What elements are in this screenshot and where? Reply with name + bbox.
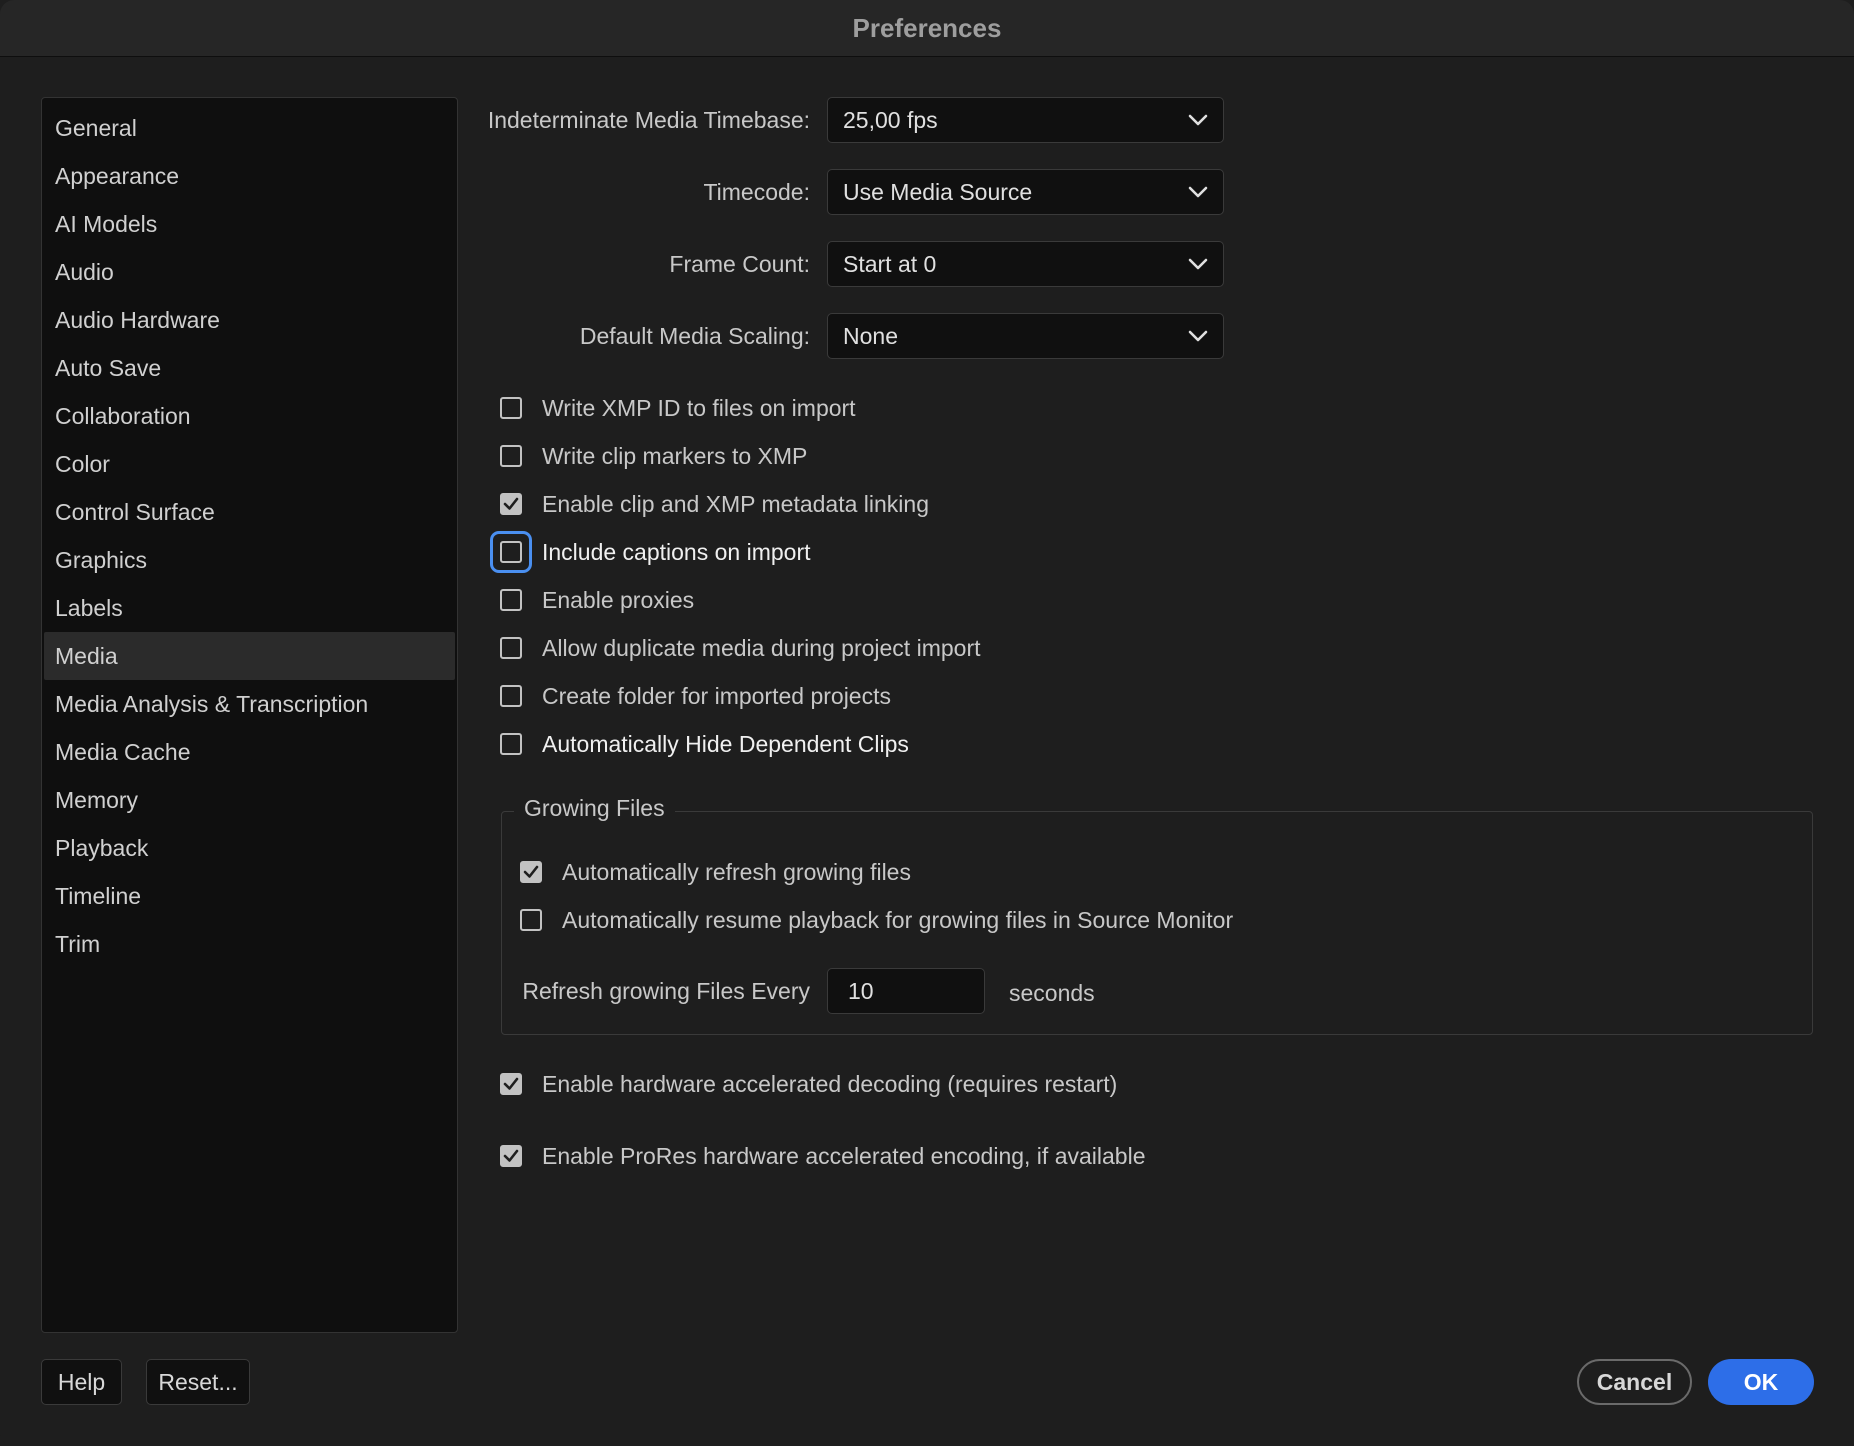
focus-ring — [493, 534, 529, 570]
timebase-value: 25,00 fps — [843, 106, 938, 133]
sidebar-item-trim[interactable]: Trim — [44, 920, 455, 968]
refresh-interval-input[interactable]: 10 — [827, 968, 985, 1014]
checkbox-wrapper — [493, 1066, 529, 1102]
sidebar-item-control-surface[interactable]: Control Surface — [44, 488, 455, 536]
sidebar-item-appearance[interactable]: Appearance — [44, 152, 455, 200]
sidebar-item-media-analysis[interactable]: Media Analysis & Transcription — [44, 680, 455, 728]
cancel-button[interactable]: Cancel — [1577, 1359, 1692, 1405]
checkbox-wrapper — [493, 630, 529, 666]
prores-encoding-option[interactable]: Enable ProRes hardware accelerated encod… — [500, 1138, 1145, 1174]
checkbox-wrapper — [493, 1138, 529, 1174]
xmp-id-option[interactable]: Write XMP ID to files on import — [500, 390, 856, 426]
proxies-label: Enable proxies — [542, 586, 695, 613]
checkmark-icon — [503, 1077, 519, 1090]
timebase-dropdown[interactable]: 25,00 fps — [827, 97, 1224, 143]
auto-refresh-option[interactable]: Automatically refresh growing files — [520, 854, 911, 890]
sidebar-item-graphics[interactable]: Graphics — [44, 536, 455, 584]
sidebar-item-labels[interactable]: Labels — [44, 584, 455, 632]
sidebar-item-playback[interactable]: Playback — [44, 824, 455, 872]
checkmark-icon — [503, 497, 519, 510]
xmp-id-label: Write XMP ID to files on import — [542, 394, 856, 421]
scaling-value: None — [843, 322, 898, 349]
captions-label: Include captions on import — [542, 538, 811, 565]
checkbox-wrapper — [493, 582, 529, 618]
sidebar-item-timeline[interactable]: Timeline — [44, 872, 455, 920]
sidebar-item-media[interactable]: Media — [44, 632, 455, 680]
scaling-label: Default Media Scaling: — [579, 323, 810, 349]
checkbox-wrapper — [513, 854, 549, 890]
prores-encoding-checkbox[interactable] — [500, 1145, 522, 1167]
timecode-value: Use Media Source — [843, 178, 1033, 205]
clip-markers-checkbox[interactable] — [500, 445, 522, 467]
duplicate-media-label: Allow duplicate media during project imp… — [542, 634, 981, 661]
checkbox-wrapper — [493, 678, 529, 714]
checkbox-wrapper — [493, 438, 529, 474]
preferences-sidebar: General Appearance AI Models Audio Audio… — [41, 97, 458, 1333]
window-title: Preferences — [852, 12, 1002, 43]
xmp-id-checkbox[interactable] — [500, 397, 522, 419]
timebase-label: Indeterminate Media Timebase: — [487, 107, 810, 133]
frame-count-dropdown[interactable]: Start at 0 — [827, 241, 1224, 287]
sidebar-item-media-cache[interactable]: Media Cache — [44, 728, 455, 776]
auto-resume-checkbox[interactable] — [520, 909, 542, 931]
frame-count-value: Start at 0 — [843, 250, 937, 277]
metadata-linking-label: Enable clip and XMP metadata linking — [542, 490, 929, 517]
checkbox-wrapper — [493, 726, 529, 762]
checkmark-icon — [503, 1149, 519, 1162]
refresh-unit-label: seconds — [1009, 980, 1095, 1006]
checkbox-wrapper — [513, 902, 549, 938]
sidebar-item-ai-models[interactable]: AI Models — [44, 200, 455, 248]
sidebar-item-auto-save[interactable]: Auto Save — [44, 344, 455, 392]
sidebar-item-general[interactable]: General — [44, 104, 455, 152]
frame-count-label: Frame Count: — [669, 251, 810, 277]
duplicate-media-checkbox[interactable] — [500, 637, 522, 659]
chevron-down-icon — [1188, 330, 1208, 342]
metadata-linking-option[interactable]: Enable clip and XMP metadata linking — [500, 486, 929, 522]
checkbox-wrapper — [493, 486, 529, 522]
refresh-interval-label: Refresh growing Files Every — [522, 978, 810, 1004]
chevron-down-icon — [1188, 114, 1208, 126]
help-button[interactable]: Help — [41, 1359, 122, 1405]
hide-dependent-checkbox[interactable] — [500, 733, 522, 755]
prores-encoding-label: Enable ProRes hardware accelerated encod… — [542, 1142, 1146, 1169]
timecode-label: Timecode: — [703, 179, 810, 205]
growing-files-title: Growing Files — [514, 795, 675, 822]
create-folder-label: Create folder for imported projects — [542, 682, 891, 709]
chevron-down-icon — [1188, 258, 1208, 270]
hw-decoding-option[interactable]: Enable hardware accelerated decoding (re… — [500, 1066, 1117, 1102]
hw-decoding-label: Enable hardware accelerated decoding (re… — [542, 1070, 1118, 1097]
create-folder-checkbox[interactable] — [500, 685, 522, 707]
hide-dependent-option[interactable]: Automatically Hide Dependent Clips — [500, 726, 909, 762]
auto-resume-label: Automatically resume playback for growin… — [562, 906, 1234, 933]
timecode-dropdown[interactable]: Use Media Source — [827, 169, 1224, 215]
sidebar-item-color[interactable]: Color — [44, 440, 455, 488]
auto-resume-option[interactable]: Automatically resume playback for growin… — [520, 902, 1233, 938]
proxies-option[interactable]: Enable proxies — [500, 582, 694, 618]
preferences-dialog: Preferences General Appearance AI Models… — [0, 0, 1854, 1446]
scaling-dropdown[interactable]: None — [827, 313, 1224, 359]
sidebar-item-audio-hardware[interactable]: Audio Hardware — [44, 296, 455, 344]
checkbox-wrapper — [493, 390, 529, 426]
captions-checkbox[interactable] — [500, 541, 522, 563]
title-bar: Preferences — [0, 0, 1854, 57]
clip-markers-label: Write clip markers to XMP — [542, 442, 808, 469]
sidebar-item-collaboration[interactable]: Collaboration — [44, 392, 455, 440]
hw-decoding-checkbox[interactable] — [500, 1073, 522, 1095]
duplicate-media-option[interactable]: Allow duplicate media during project imp… — [500, 630, 981, 666]
clip-markers-option[interactable]: Write clip markers to XMP — [500, 438, 807, 474]
sidebar-item-audio[interactable]: Audio — [44, 248, 455, 296]
ok-button[interactable]: OK — [1708, 1359, 1814, 1405]
auto-refresh-checkbox[interactable] — [520, 861, 542, 883]
chevron-down-icon — [1188, 186, 1208, 198]
create-folder-option[interactable]: Create folder for imported projects — [500, 678, 891, 714]
metadata-linking-checkbox[interactable] — [500, 493, 522, 515]
captions-option[interactable]: Include captions on import — [500, 534, 811, 570]
proxies-checkbox[interactable] — [500, 589, 522, 611]
reset-button[interactable]: Reset... — [146, 1359, 250, 1405]
checkmark-icon — [523, 865, 539, 878]
hide-dependent-label: Automatically Hide Dependent Clips — [542, 730, 909, 757]
auto-refresh-label: Automatically refresh growing files — [562, 858, 911, 885]
sidebar-item-memory[interactable]: Memory — [44, 776, 455, 824]
